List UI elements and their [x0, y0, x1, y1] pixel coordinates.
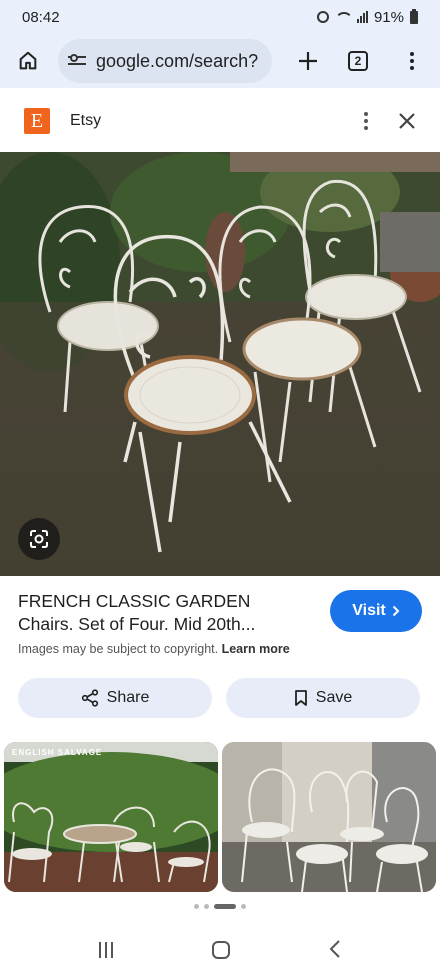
- back-button[interactable]: [329, 937, 341, 963]
- learn-more-link[interactable]: Learn more: [222, 642, 290, 656]
- source-header: E Etsy: [0, 92, 440, 150]
- related-photo-2: [222, 742, 436, 892]
- address-bar[interactable]: google.com/search?: [58, 39, 272, 83]
- garden-chairs-photo: [0, 152, 440, 576]
- back-icon: [329, 940, 340, 958]
- status-time: 08:42: [22, 8, 60, 26]
- visit-label: Visit: [352, 602, 386, 619]
- copyright-notice: Images may be subject to copyright. Lear…: [18, 642, 290, 656]
- source-more-button[interactable]: [364, 112, 368, 130]
- new-tab-button[interactable]: [290, 43, 326, 79]
- result-title[interactable]: FRENCH CLASSIC GARDEN Chairs. Set of Fou…: [18, 590, 318, 636]
- google-lens-icon: [30, 530, 48, 548]
- share-button[interactable]: Share: [18, 678, 212, 718]
- battery-level: 91%: [373, 8, 404, 26]
- home-nav-button[interactable]: [211, 941, 230, 959]
- status-right: 91%: [316, 8, 418, 26]
- system-navigation-bar: [0, 922, 440, 978]
- close-button[interactable]: [398, 108, 416, 134]
- english-salvage-watermark: ENGLISH SALVAGE: [12, 748, 103, 757]
- title-line-2: Chairs. Set of Four. Mid 20th...: [18, 614, 256, 634]
- close-icon: [399, 113, 415, 129]
- etsy-logo: E: [24, 108, 50, 134]
- title-line-1: FRENCH CLASSIC GARDEN: [18, 591, 251, 611]
- home-button[interactable]: [10, 43, 46, 79]
- tab-switcher-button[interactable]: 2: [340, 43, 376, 79]
- google-lens-button[interactable]: [18, 518, 60, 560]
- recent-apps-button[interactable]: [99, 942, 114, 958]
- related-image-1[interactable]: ENGLISH SALVAGE: [4, 742, 218, 892]
- save-button[interactable]: Save: [226, 678, 420, 718]
- carousel-indicator: [0, 904, 440, 909]
- home-icon: [19, 51, 37, 70]
- source-name[interactable]: Etsy: [70, 112, 101, 130]
- related-image-2[interactable]: [222, 742, 436, 892]
- pager-dot: [241, 904, 246, 909]
- tune-icon[interactable]: [68, 54, 88, 68]
- chevron-right-icon: [392, 605, 400, 617]
- more-vert-icon: [410, 52, 414, 70]
- status-bar: 08:42 91%: [0, 0, 440, 34]
- save-label: Save: [315, 689, 353, 706]
- signal-icon: [356, 11, 368, 23]
- browser-menu-button[interactable]: [394, 43, 430, 79]
- wifi-icon: [334, 11, 353, 23]
- share-icon: [81, 689, 98, 707]
- tab-count: 2: [348, 51, 368, 71]
- url-text: google.com/search?: [96, 50, 259, 71]
- alarm-icon: [316, 11, 329, 23]
- hero-image[interactable]: [0, 152, 440, 576]
- pager-dot: [204, 904, 209, 909]
- browser-toolbar: google.com/search? 2: [0, 34, 440, 88]
- share-label: Share: [106, 689, 150, 706]
- related-photo-1: [4, 742, 218, 892]
- pager-dot: [194, 904, 199, 909]
- pager-dot-active: [214, 904, 236, 909]
- bookmark-icon: [294, 690, 307, 706]
- new-tab-icon: [299, 52, 317, 70]
- copyright-text: Images may be subject to copyright.: [18, 642, 219, 656]
- status-icons: [316, 11, 368, 23]
- battery-icon: [410, 8, 418, 24]
- visit-button[interactable]: Visit: [330, 590, 422, 632]
